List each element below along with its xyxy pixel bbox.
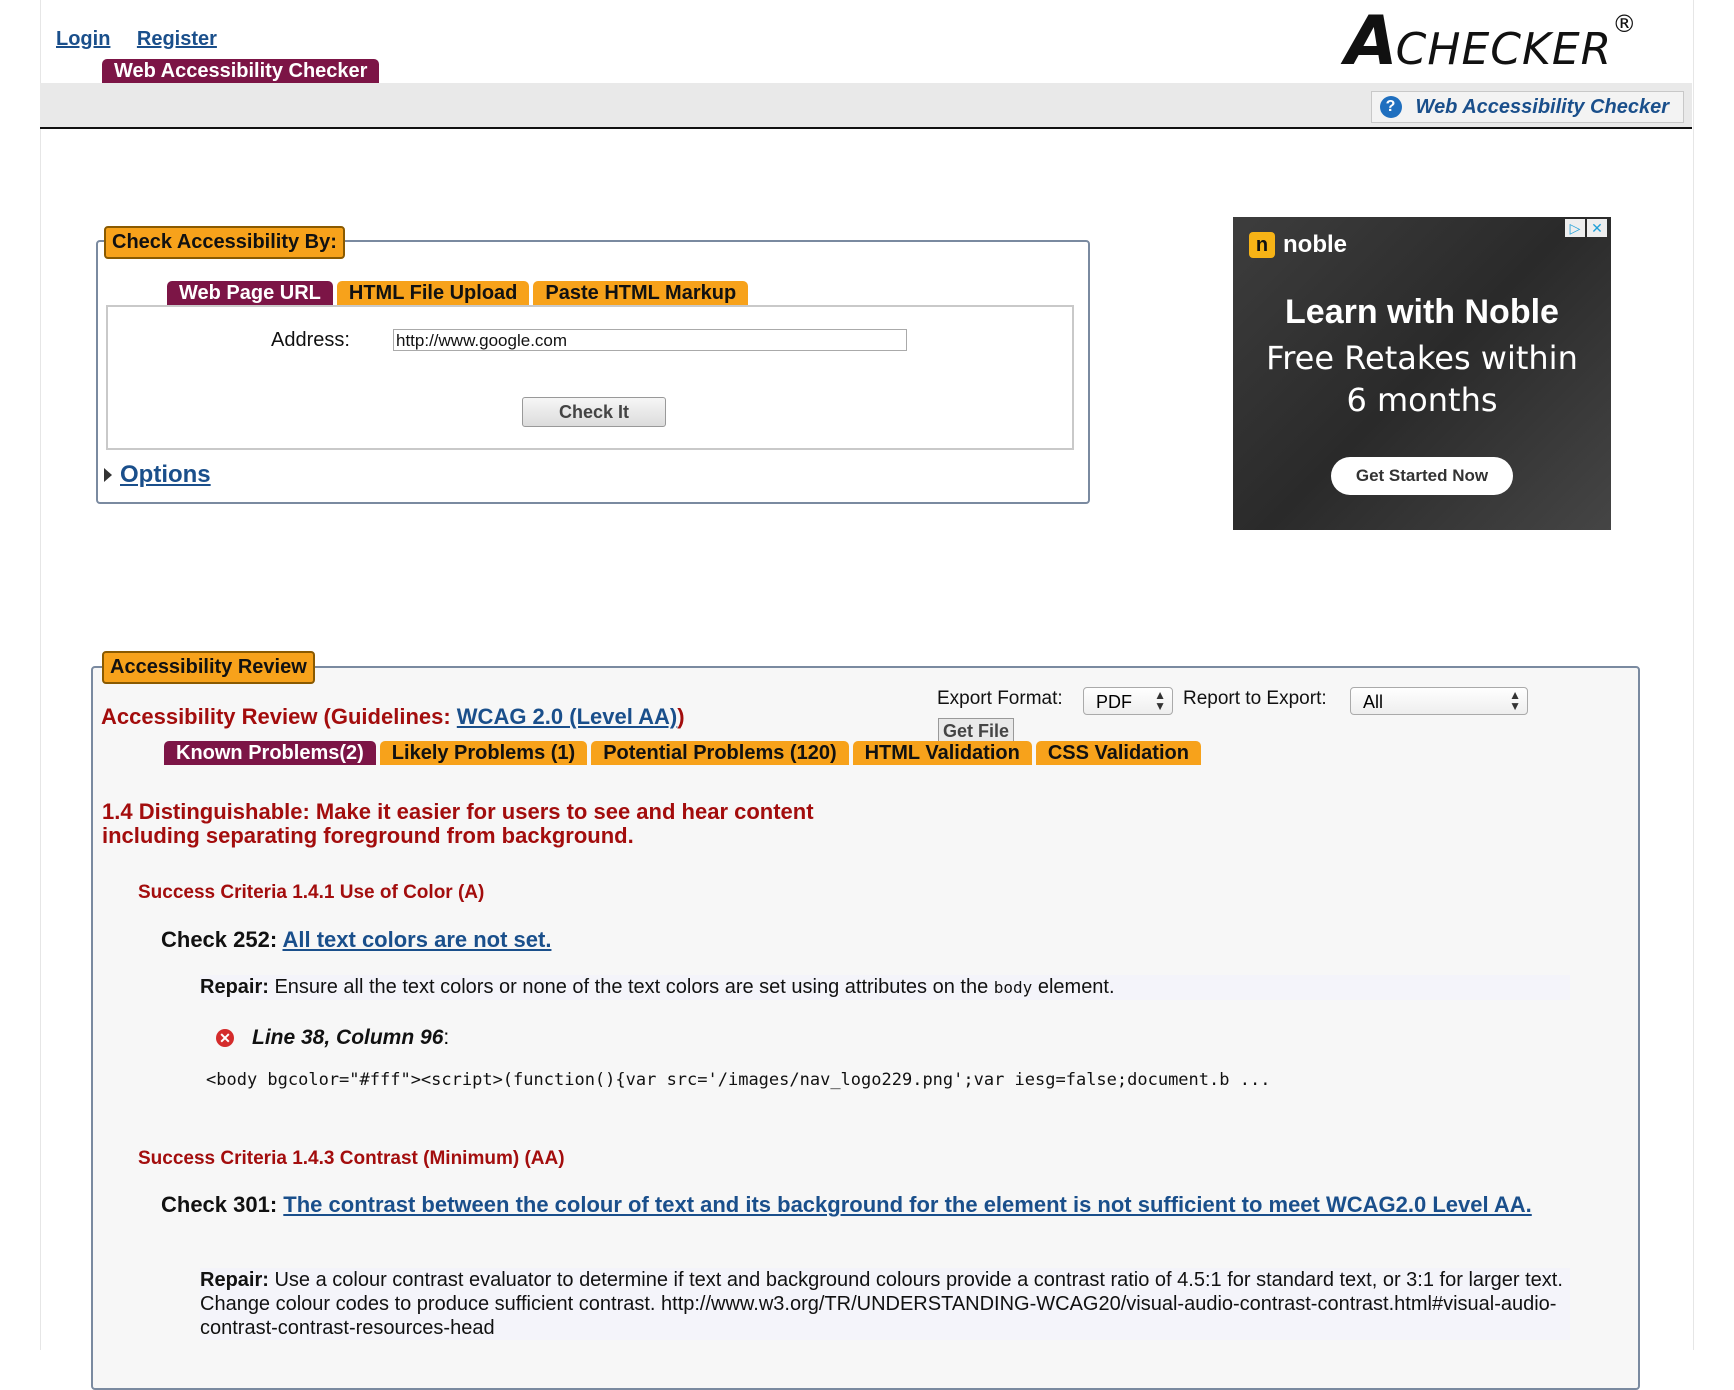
report-to-export-value: All [1363, 692, 1384, 712]
report-to-export-select[interactable]: All ▲ ▼ [1350, 687, 1528, 715]
ad-brand: n noble [1249, 231, 1347, 259]
input-method-tabs: Web Page URL HTML File Upload Paste HTML… [167, 281, 752, 305]
accessibility-review-legend: Accessibility Review [102, 651, 315, 684]
error-code-snippet: <body bgcolor="#fff"><script>(function()… [206, 1070, 1271, 1090]
ad-get-started-button[interactable]: Get Started Now [1331, 457, 1513, 495]
tab-known-problems[interactable]: Known Problems(2) [164, 741, 376, 765]
options-toggle[interactable]: Options [104, 461, 211, 489]
success-criteria-1-4-1: Success Criteria 1.4.1 Use of Color (A) [138, 882, 485, 903]
repair-code: body [993, 978, 1033, 997]
repair-301: Repair: Use a colour contrast evaluator … [200, 1268, 1570, 1340]
noble-logo-icon: n [1249, 232, 1275, 258]
options-link[interactable]: Options [120, 461, 211, 489]
tab-css-validation[interactable]: CSS Validation [1035, 741, 1201, 765]
help-icon: ? [1379, 96, 1402, 118]
review-title-prefix: Accessibility Review (Guidelines: [101, 704, 457, 729]
select-arrows-icon: ▲ ▼ [1154, 688, 1166, 713]
help-link-label: Web Accessibility Checker [1415, 95, 1669, 118]
repair-252: Repair: Ensure all the text colors or no… [200, 975, 1570, 1000]
check-252-label: Check 252: [161, 927, 283, 952]
tab-potential-problems[interactable]: Potential Problems (120) [591, 741, 849, 765]
ad-subline-1: Free Retakes within [1266, 339, 1578, 377]
repair-text-part-2: element. [1032, 976, 1115, 998]
url-input-panel: Address: http://www.google.com Check It [106, 305, 1074, 450]
review-title-suffix: ) [677, 704, 685, 729]
tab-web-page-url[interactable]: Web Page URL [167, 281, 333, 305]
logo-letter-a: A [1345, 2, 1398, 81]
check-it-button[interactable]: Check It [522, 397, 666, 427]
select-arrows-icon: ▲ ▼ [1509, 688, 1521, 713]
guideline-heading-line-1: 1.4 Distinguishable: Make it easier for … [102, 799, 814, 824]
logo-text: CHECKER [1395, 24, 1613, 75]
guideline-link[interactable]: WCAG 2.0 (Level AA) [457, 704, 677, 729]
repair-label: Repair: [200, 976, 269, 998]
address-input[interactable]: http://www.google.com [393, 329, 907, 351]
adchoices-icon[interactable]: ▷ [1565, 219, 1585, 237]
ad-headline: Learn with Noble [1285, 293, 1559, 331]
check-accessibility-legend: Check Accessibility By: [104, 226, 345, 259]
advertisement[interactable]: n noble ▷ ✕ Learn with Noble Free Retake… [1233, 217, 1611, 530]
line-info-colon: : [443, 1026, 450, 1049]
tab-html-validation[interactable]: HTML Validation [852, 741, 1032, 765]
header-tab-web-accessibility-checker[interactable]: Web Accessibility Checker [102, 59, 380, 83]
achecker-logo: ACHECKER® [1345, 2, 1636, 81]
repair-label: Repair: [200, 1269, 269, 1291]
report-to-export-label: Report to Export: [1183, 688, 1327, 709]
tab-paste-html-markup[interactable]: Paste HTML Markup [533, 281, 749, 305]
repair-text: Use a colour contrast evaluator to deter… [200, 1269, 1563, 1339]
review-title: Accessibility Review (Guidelines: WCAG 2… [101, 704, 685, 730]
tab-likely-problems[interactable]: Likely Problems (1) [379, 741, 588, 765]
expand-triangle-icon [104, 468, 112, 482]
tab-html-file-upload[interactable]: HTML File Upload [336, 281, 530, 305]
login-link[interactable]: Login [56, 28, 110, 50]
ad-subline-2: 6 months [1346, 381, 1498, 419]
top-links: Login Register [56, 28, 239, 51]
export-format-select[interactable]: PDF ▲ ▼ [1083, 687, 1173, 715]
check-252-link[interactable]: All text colors are not set. [282, 927, 551, 952]
guideline-heading-line-2: including separating foreground from bac… [102, 823, 634, 848]
ad-choices: ▷ ✕ [1563, 219, 1607, 237]
error-location: ✕ Line 38, Column 96: [216, 1026, 449, 1050]
help-link[interactable]: ? Web Accessibility Checker [1370, 91, 1684, 123]
result-tabs: Known Problems(2) Likely Problems (1) Po… [164, 741, 1205, 765]
register-link[interactable]: Register [137, 28, 217, 50]
check-301-label: Check 301: [161, 1192, 284, 1217]
export-format-label: Export Format: [937, 688, 1063, 709]
export-format-value: PDF [1096, 692, 1132, 712]
address-label: Address: [271, 329, 350, 351]
header-bar: ? Web Accessibility Checker [40, 83, 1692, 129]
close-icon[interactable]: ✕ [1587, 219, 1607, 237]
logo-registered-mark: ® [1612, 10, 1637, 38]
check-301: Check 301: The contrast between the colo… [161, 1191, 1571, 1219]
error-icon: ✕ [216, 1029, 234, 1047]
line-column-info: Line 38, Column 96 [252, 1026, 444, 1049]
check-252: Check 252: All text colors are not set. [161, 926, 551, 954]
repair-text-part-1: Ensure all the text colors or none of th… [268, 976, 994, 998]
check-301-link[interactable]: The contrast between the colour of text … [283, 1192, 1531, 1217]
ad-brand-name: noble [1283, 231, 1347, 258]
success-criteria-1-4-3: Success Criteria 1.4.3 Contrast (Minimum… [138, 1148, 565, 1169]
